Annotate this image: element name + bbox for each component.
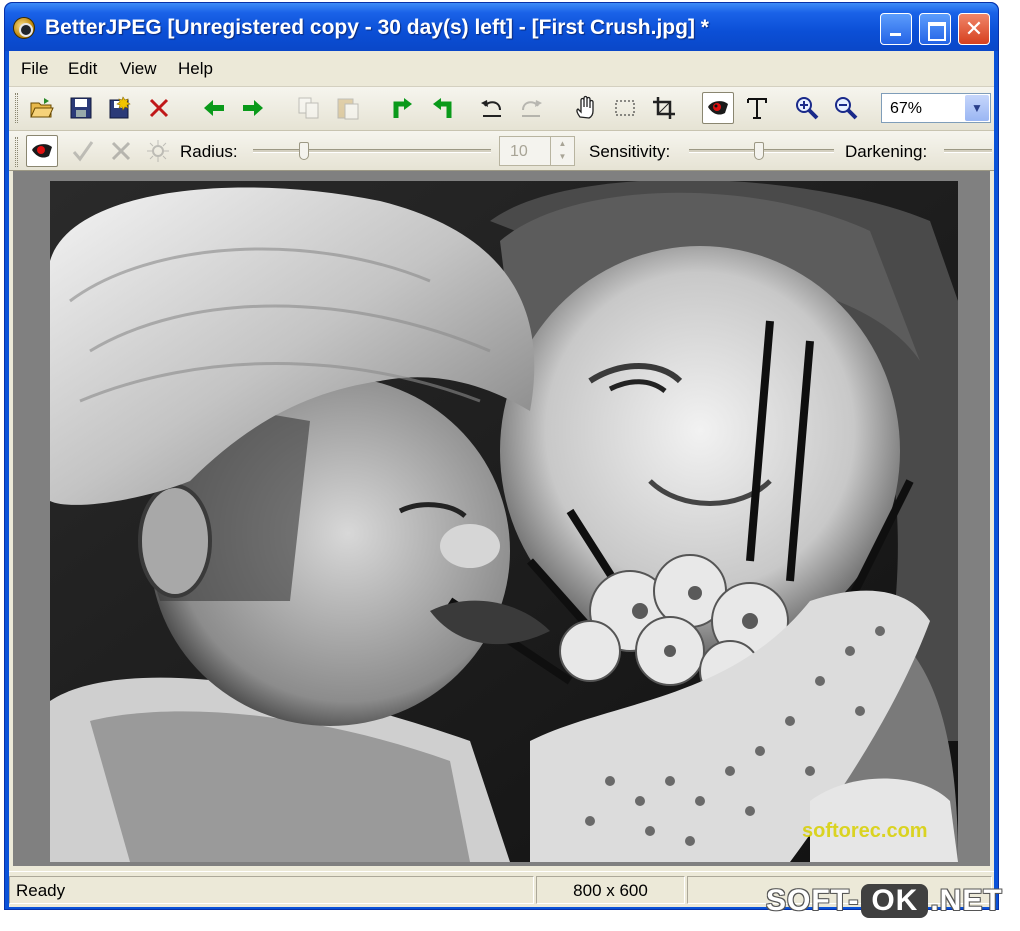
apply-button[interactable] xyxy=(67,135,99,167)
redo-icon xyxy=(522,100,542,117)
minimize-button[interactable] xyxy=(880,13,912,45)
close-file-icon xyxy=(149,98,169,118)
image-dimensions: 800 x 600 xyxy=(536,876,685,904)
app-window: BetterJPEG [Unregistered copy - 30 day(s… xyxy=(4,2,999,910)
crop-icon xyxy=(653,97,675,119)
client-area: File Edit View Help 67% ▼ Radius: 10 ▲ ▼… xyxy=(9,51,994,907)
menu-edit[interactable]: Edit xyxy=(68,59,97,79)
zoom-out-icon xyxy=(835,97,858,120)
radius-tool-button[interactable] xyxy=(142,135,174,167)
save-as-icon xyxy=(109,96,131,119)
undo-button[interactable] xyxy=(476,92,508,124)
next-button[interactable] xyxy=(237,92,269,124)
photo-watermark: softorec.com xyxy=(802,820,928,842)
maximize-button[interactable] xyxy=(919,13,951,45)
main-toolbar: 67% ▼ xyxy=(9,87,994,131)
hand-tool-button[interactable] xyxy=(570,92,602,124)
radius-stepper[interactable]: 10 ▲ ▼ xyxy=(499,136,575,166)
radius-slider[interactable] xyxy=(253,142,491,160)
close-button[interactable]: ✕ xyxy=(958,13,990,45)
red-eye-auto-button[interactable] xyxy=(26,135,58,167)
zoom-select[interactable]: 67% ▼ xyxy=(881,93,991,123)
previous-button[interactable] xyxy=(198,92,230,124)
title-bar[interactable]: BetterJPEG [Unregistered copy - 30 day(s… xyxy=(5,3,998,51)
red-eye-tool-icon xyxy=(708,101,728,115)
red-eye-icon xyxy=(32,144,52,158)
select-button[interactable] xyxy=(609,92,641,124)
sensitivity-slider-thumb[interactable] xyxy=(754,142,764,160)
site-watermark: SOFT- OK .NET xyxy=(766,884,1003,918)
photo-image: softorec.com xyxy=(50,181,958,862)
text-tool-icon xyxy=(747,98,767,119)
close-icon: ✕ xyxy=(964,16,984,41)
sensitivity-label: Sensitivity: xyxy=(589,142,671,161)
darkening-label: Darkening: xyxy=(845,142,928,161)
red-eye-toolbar: Radius: 10 ▲ ▼ Sensitivity: Darkening: xyxy=(9,131,994,171)
rotate-left-button[interactable] xyxy=(387,92,419,124)
radius-slider-thumb[interactable] xyxy=(299,142,309,160)
status-text: Ready xyxy=(9,876,534,904)
rotate-right-button[interactable] xyxy=(426,92,458,124)
zoom-in-icon xyxy=(796,97,819,120)
menu-help[interactable]: Help xyxy=(178,59,213,79)
copy-icon xyxy=(298,97,319,119)
open-button[interactable] xyxy=(26,92,58,124)
rect-select-icon xyxy=(615,100,635,116)
hand-pan-icon xyxy=(576,95,594,119)
menu-view[interactable]: View xyxy=(120,59,157,79)
app-icon[interactable] xyxy=(13,17,35,39)
previous-icon xyxy=(204,100,224,116)
red-eye-tool-button[interactable] xyxy=(702,92,734,124)
undo-icon xyxy=(481,100,501,117)
site-watermark-ok: OK xyxy=(861,884,929,918)
paste-button[interactable] xyxy=(332,92,364,124)
close-file-button[interactable] xyxy=(143,92,175,124)
save-icon xyxy=(70,97,92,119)
checkmark-icon xyxy=(72,141,94,162)
save-as-button[interactable] xyxy=(104,92,136,124)
darkening-slider[interactable] xyxy=(944,149,992,153)
spin-buttons[interactable]: ▲ ▼ xyxy=(550,137,574,165)
site-watermark-right: .NET xyxy=(930,884,1003,917)
cancel-x-icon xyxy=(111,141,131,161)
zoom-in-button[interactable] xyxy=(791,92,823,124)
save-button[interactable] xyxy=(65,92,97,124)
radius-value: 10 xyxy=(510,143,528,160)
rotate-left-icon xyxy=(393,98,412,118)
toolbar-grip[interactable] xyxy=(15,93,18,123)
toolbar-grip[interactable] xyxy=(15,137,18,167)
next-icon xyxy=(243,100,263,116)
chevron-down-icon[interactable]: ▼ xyxy=(965,95,989,121)
zoom-value: 67% xyxy=(890,100,923,117)
copy-button[interactable] xyxy=(293,92,325,124)
rotate-right-icon xyxy=(433,98,452,118)
sensitivity-slider[interactable] xyxy=(689,142,834,160)
menu-file[interactable]: File xyxy=(21,59,48,79)
image-canvas[interactable]: softorec.com xyxy=(13,171,990,866)
paste-icon xyxy=(337,98,359,120)
photo-first-crush[interactable]: softorec.com xyxy=(50,181,958,862)
window-title: BetterJPEG [Unregistered copy - 30 day(s… xyxy=(45,16,709,39)
cancel-button[interactable] xyxy=(105,135,137,167)
redo-button[interactable] xyxy=(515,92,547,124)
zoom-out-button[interactable] xyxy=(830,92,862,124)
menu-bar: File Edit View Help xyxy=(9,51,994,87)
crop-button[interactable] xyxy=(648,92,680,124)
site-watermark-left: SOFT- xyxy=(766,884,860,917)
radius-label: Radius: xyxy=(180,142,238,161)
open-folder-icon xyxy=(30,98,54,118)
radius-icon xyxy=(147,140,169,162)
text-tool-button[interactable] xyxy=(741,92,773,124)
